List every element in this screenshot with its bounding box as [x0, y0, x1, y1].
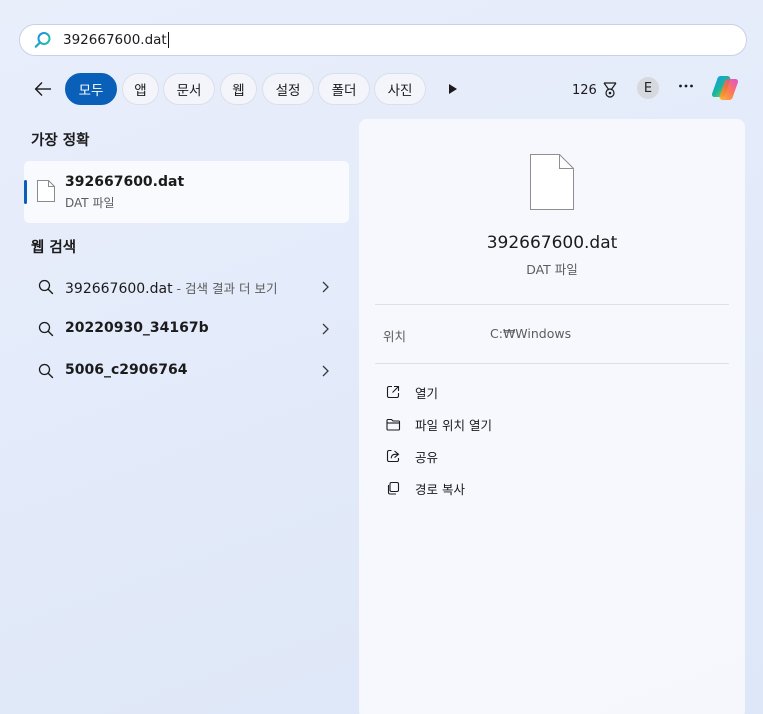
folder-icon	[385, 418, 400, 431]
more-filters-play-icon[interactable]	[445, 80, 461, 98]
filter-chip-settings[interactable]: 설정	[262, 73, 314, 105]
search-icon	[38, 279, 54, 295]
web-search-suggestion: 5006_c2906764	[65, 362, 188, 378]
web-search-item[interactable]: 20220930_34167b	[24, 310, 349, 348]
open-external-icon	[386, 385, 400, 399]
share-icon	[386, 449, 400, 463]
location-value: C:₩Windows	[490, 326, 572, 341]
file-icon	[530, 154, 574, 210]
web-search-heading: 웹 검색	[31, 240, 77, 256]
best-match-type: DAT 파일	[65, 196, 115, 210]
chevron-right-icon	[322, 281, 329, 293]
web-search-suggestion: 20220930_34167b	[65, 320, 209, 336]
open-action-label: 열기	[415, 385, 439, 401]
web-search-item[interactable]: 392667600.dat - 검색 결과 더 보기	[24, 268, 349, 306]
detail-file-name: 392667600.dat	[486, 233, 618, 253]
search-icon	[38, 363, 54, 379]
search-icon	[38, 321, 54, 337]
web-search-more-results: - 검색 결과 더 보기	[172, 281, 278, 296]
chevron-right-icon	[322, 365, 329, 377]
copilot-icon[interactable]	[709, 72, 741, 104]
copy-path-action[interactable]: 경로 복사	[385, 477, 465, 499]
best-match-item[interactable]: 392667600.dat DAT 파일	[24, 161, 349, 223]
copy-path-label: 경로 복사	[415, 481, 465, 497]
filter-chip-apps[interactable]: 앱	[122, 73, 159, 105]
filter-bar: 모두 앱 문서 웹 설정 폴더 사진 126 E	[0, 72, 763, 106]
filter-chip-all[interactable]: 모두	[65, 73, 117, 105]
share-action-label: 공유	[415, 449, 439, 465]
avatar[interactable]: E	[637, 77, 659, 99]
divider	[375, 363, 729, 364]
search-icon	[34, 32, 51, 48]
share-action[interactable]: 공유	[385, 445, 438, 467]
best-match-heading: 가장 정확	[31, 133, 90, 149]
open-action[interactable]: 열기	[385, 381, 438, 403]
back-arrow-icon	[34, 82, 51, 96]
selection-indicator	[24, 180, 27, 204]
chevron-right-icon	[322, 323, 329, 335]
filter-chip-web[interactable]: 웹	[220, 73, 257, 105]
open-file-location-label: 파일 위치 열기	[415, 417, 492, 433]
more-options-button[interactable]	[675, 78, 697, 98]
rewards-medal-icon	[603, 82, 617, 98]
filter-chip-photos[interactable]: 사진	[374, 73, 426, 105]
location-label: 위치	[383, 329, 407, 344]
more-ellipsis-icon	[679, 84, 693, 88]
filter-chip-documents[interactable]: 문서	[163, 73, 215, 105]
file-icon	[37, 180, 55, 202]
best-match-name: 392667600.dat	[65, 174, 185, 190]
search-input[interactable]: 392667600.dat	[63, 32, 169, 48]
web-search-item[interactable]: 5006_c2906764	[24, 352, 349, 390]
divider	[375, 304, 729, 305]
back-button[interactable]	[30, 77, 56, 101]
open-file-location-action[interactable]: 파일 위치 열기	[385, 413, 492, 435]
copy-icon	[387, 481, 400, 495]
web-search-query: 392667600.dat	[65, 281, 173, 297]
detail-file-type: DAT 파일	[526, 262, 578, 277]
points-value: 126	[572, 82, 597, 98]
filter-chip-folders[interactable]: 폴더	[318, 73, 370, 105]
search-box[interactable]: 392667600.dat	[19, 24, 747, 56]
rewards-points[interactable]: 126	[572, 81, 619, 99]
detail-panel: 392667600.dat DAT 파일 위치 C:₩Windows 열기 파일…	[359, 119, 745, 714]
avatar-letter: E	[643, 80, 653, 96]
